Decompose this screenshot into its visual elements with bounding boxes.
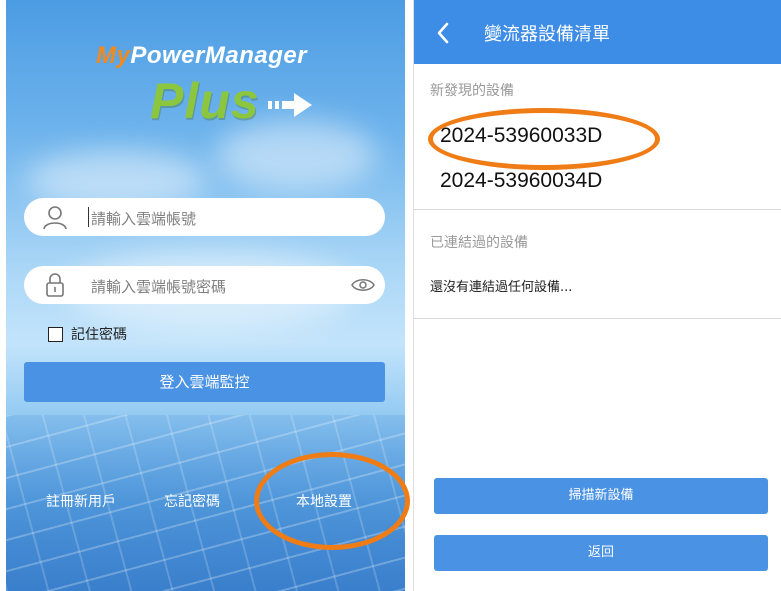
- remember-checkbox[interactable]: [48, 326, 63, 342]
- highlight-local-settings: [254, 452, 410, 550]
- text-caret: [88, 207, 89, 227]
- register-link[interactable]: 註冊新用戶: [46, 491, 116, 511]
- app-logo-text: MyPowerManager: [96, 42, 307, 70]
- divider: [414, 209, 781, 210]
- back-chevron-icon[interactable]: [436, 22, 450, 44]
- logo-powermanager: PowerManager: [130, 42, 308, 69]
- remember-password[interactable]: 記住密碼: [48, 324, 127, 344]
- logo-my: My: [96, 42, 131, 69]
- account-input-placeholder: 請輸入雲端帳號: [91, 210, 197, 228]
- return-button[interactable]: 返回: [434, 535, 768, 571]
- logo-plus: Plus: [150, 73, 260, 129]
- scan-new-device-button[interactable]: 掃描新設備: [434, 478, 768, 514]
- background-cloud: [216, 120, 376, 190]
- eye-icon[interactable]: [351, 276, 375, 294]
- no-connected-devices-message: 還沒有連結過任何設備...: [430, 280, 573, 295]
- new-devices-label: 新發現的設備: [430, 83, 514, 99]
- account-field[interactable]: 請輸入雲端帳號: [24, 198, 385, 236]
- divider: [414, 318, 781, 319]
- connected-devices-label: 已連結過的設備: [430, 235, 528, 251]
- top-bar: 變流器設備清單: [414, 0, 781, 64]
- user-icon: [43, 206, 67, 230]
- remember-label: 記住密碼: [71, 327, 127, 343]
- device-item[interactable]: 2024-53960034D: [440, 169, 602, 193]
- password-input-placeholder: 請輸入雲端帳號密碼: [91, 278, 227, 296]
- forgot-password-link[interactable]: 忘記密碼: [164, 491, 220, 511]
- highlight-first-device: [428, 108, 660, 170]
- arrow-logo-icon: [268, 93, 312, 117]
- password-field[interactable]: 請輸入雲端帳號密碼: [24, 266, 385, 304]
- lock-icon: [46, 273, 64, 297]
- page-title: 變流器設備清單: [484, 24, 610, 45]
- cloud-login-button[interactable]: 登入雲端監控: [24, 362, 385, 402]
- device-list-screen: 變流器設備清單 新發現的設備 2024-53960033D 2024-53960…: [413, 0, 781, 591]
